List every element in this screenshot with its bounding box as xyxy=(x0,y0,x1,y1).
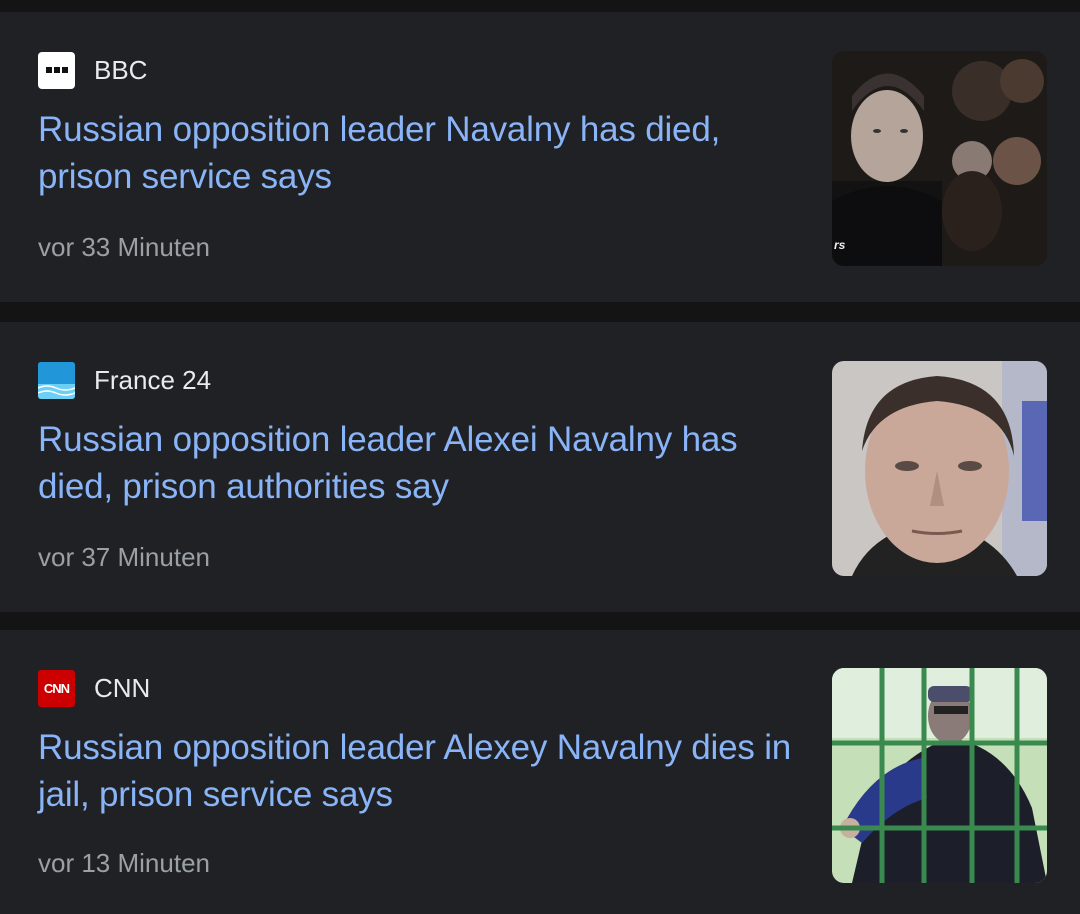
thumbnail-image[interactable] xyxy=(832,361,1047,576)
thumbnail-image[interactable]: rs xyxy=(832,51,1047,266)
headline-link[interactable]: Russian opposition leader Navalny has di… xyxy=(38,106,798,200)
bbc-logo-icon xyxy=(38,51,75,89)
source-row: CNN CNN xyxy=(38,669,150,707)
timestamp: vor 33 Minuten xyxy=(38,232,210,262)
navalny-crowd-photo: rs xyxy=(832,51,1047,266)
source-row: France 24 xyxy=(38,361,211,399)
source-name: BBC xyxy=(94,55,148,85)
news-card-cnn[interactable]: CNN CNN Russian opposition leader Alexey… xyxy=(0,630,1080,914)
navalny-portrait-photo xyxy=(832,361,1047,576)
headline-link[interactable]: Russian opposition leader Alexey Navalny… xyxy=(38,724,798,818)
france24-logo-icon xyxy=(38,361,75,399)
news-feed: BBC Russian opposition leader Navalny ha… xyxy=(0,0,1080,914)
news-card-france24[interactable]: France 24 Russian opposition leader Alex… xyxy=(0,322,1080,612)
news-card-bbc[interactable]: BBC Russian opposition leader Navalny ha… xyxy=(0,12,1080,302)
source-row: BBC xyxy=(38,51,147,89)
cnn-logo-icon: CNN xyxy=(38,669,75,707)
timestamp: vor 37 Minuten xyxy=(38,542,210,572)
navalny-behind-bars-photo xyxy=(832,668,1047,883)
source-name: France 24 xyxy=(94,365,212,395)
source-name: CNN xyxy=(94,673,151,703)
timestamp: vor 13 Minuten xyxy=(38,848,210,878)
svg-text:rs: rs xyxy=(834,238,846,252)
thumbnail-image[interactable] xyxy=(832,668,1047,883)
headline-link[interactable]: Russian opposition leader Alexei Navalny… xyxy=(38,416,798,510)
